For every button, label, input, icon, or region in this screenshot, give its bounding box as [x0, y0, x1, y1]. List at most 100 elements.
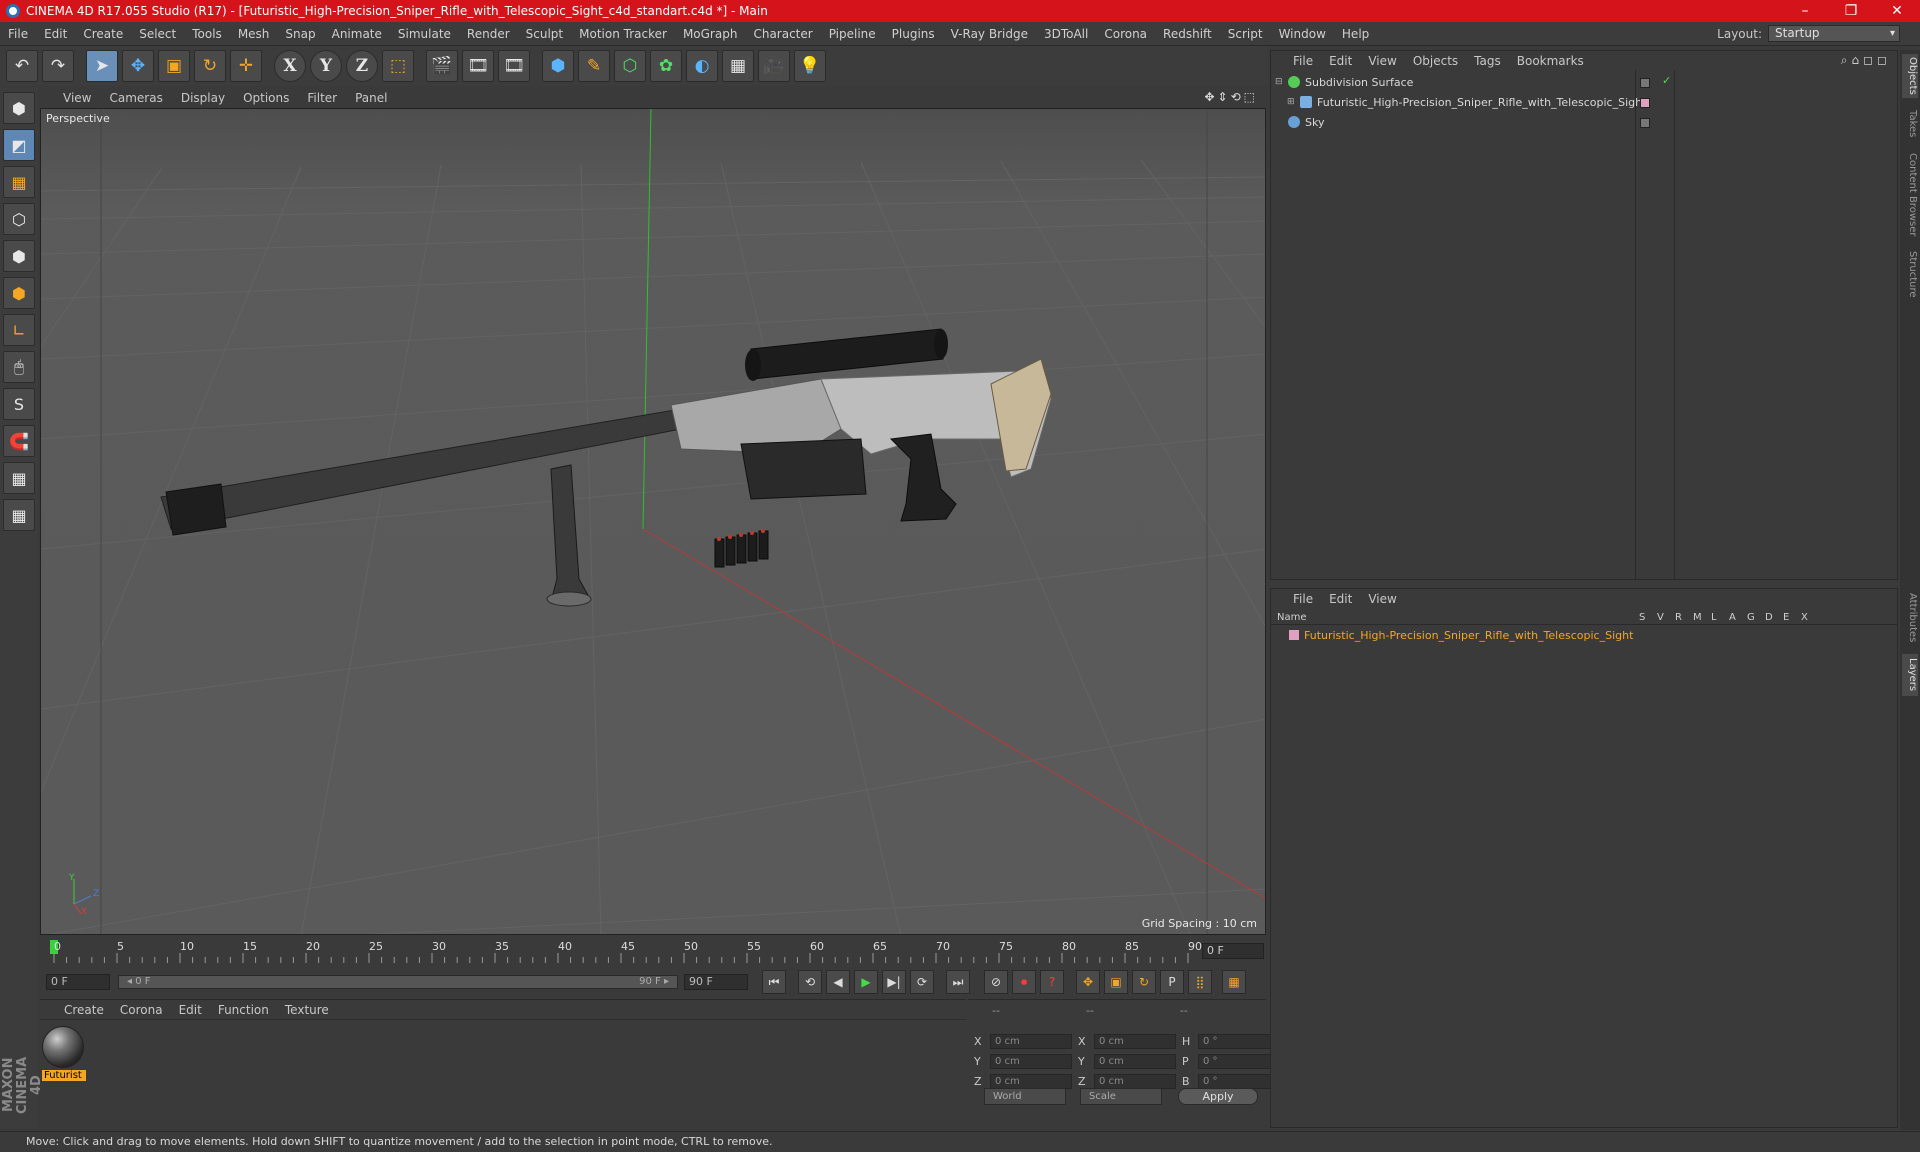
- start-frame-field[interactable]: 0 F: [46, 974, 110, 990]
- polygons-mode-icon[interactable]: ⬢: [3, 277, 35, 309]
- tab-attributes[interactable]: Attributes: [1902, 588, 1918, 648]
- select-tool-button[interactable]: ➤: [86, 50, 118, 82]
- material-swatch[interactable]: Futurist: [42, 1026, 86, 1081]
- record-keys-button[interactable]: ⏺: [1012, 970, 1036, 994]
- viewport-menu-options[interactable]: Options: [234, 91, 298, 105]
- position-y-field[interactable]: 0 cm: [990, 1054, 1072, 1069]
- menu-corona[interactable]: Corona: [1096, 27, 1155, 41]
- menu-select[interactable]: Select: [131, 27, 184, 41]
- goto-end-button[interactable]: ⏭: [946, 970, 970, 994]
- z-axis-button[interactable]: Z: [346, 50, 378, 82]
- x-axis-button[interactable]: X: [274, 50, 306, 82]
- transform-tool-button[interactable]: ✛: [230, 50, 262, 82]
- menu-window[interactable]: Window: [1271, 27, 1334, 41]
- menu-mesh[interactable]: Mesh: [230, 27, 278, 41]
- autokey-button[interactable]: ?: [1040, 970, 1064, 994]
- key-parameter-button[interactable]: P: [1160, 970, 1184, 994]
- snap-icon[interactable]: S: [3, 388, 35, 420]
- menu-simulate[interactable]: Simulate: [390, 27, 459, 41]
- make-editable-icon[interactable]: ⬢: [3, 92, 35, 124]
- minimize-button[interactable]: –: [1782, 0, 1828, 22]
- layers-menu-view[interactable]: View: [1360, 592, 1404, 606]
- scale-tool-button[interactable]: ▣: [158, 50, 190, 82]
- key-position-button[interactable]: ✥: [1076, 970, 1100, 994]
- menu-edit[interactable]: Edit: [36, 27, 75, 41]
- magnet-icon[interactable]: 🧲: [3, 425, 35, 457]
- edges-mode-icon[interactable]: ⬢: [3, 240, 35, 272]
- tab-content-browser[interactable]: Content Browser: [1902, 150, 1918, 240]
- model-mode-icon[interactable]: ◩: [3, 129, 35, 161]
- menu-create[interactable]: Create: [75, 27, 131, 41]
- workplane-lock-icon[interactable]: ▦: [3, 462, 35, 494]
- coordinate-space-select[interactable]: World: [984, 1088, 1066, 1105]
- render-button[interactable]: 🎞: [462, 50, 494, 82]
- render-view-button[interactable]: 🎬: [426, 50, 458, 82]
- cloner-button[interactable]: ✿: [650, 50, 682, 82]
- menu-mograph[interactable]: MoGraph: [675, 27, 746, 41]
- key-pla-button[interactable]: ⣿: [1188, 970, 1212, 994]
- layer-color-tag-icon[interactable]: [1640, 98, 1650, 108]
- light-button[interactable]: 💡: [794, 50, 826, 82]
- menu-script[interactable]: Script: [1220, 27, 1271, 41]
- expander-icon[interactable]: ⊟: [1275, 77, 1285, 87]
- cube-primitive-button[interactable]: ⬢: [542, 50, 574, 82]
- rotation-p-field[interactable]: 0 °: [1198, 1054, 1280, 1069]
- layer-tag-icon[interactable]: [1640, 118, 1650, 128]
- subdivision-nurbs-button[interactable]: ⬡: [614, 50, 646, 82]
- position-x-field[interactable]: 0 cm: [990, 1034, 1072, 1049]
- texture-mode-icon[interactable]: ▦: [3, 166, 35, 198]
- close-button[interactable]: ✕: [1874, 0, 1920, 22]
- menu-animate[interactable]: Animate: [324, 27, 390, 41]
- motion-record-button[interactable]: ⊘: [984, 970, 1008, 994]
- size-x-field[interactable]: 0 cm: [1094, 1034, 1176, 1049]
- object-manager-search-icon[interactable]: ⌕⌂◻◻: [1841, 53, 1891, 68]
- rotation-h-field[interactable]: 0 °: [1198, 1034, 1280, 1049]
- prev-key-button[interactable]: ⟲: [798, 970, 822, 994]
- viewport-menu-view[interactable]: View: [54, 91, 100, 105]
- material-menu-edit[interactable]: Edit: [171, 1003, 210, 1017]
- goto-start-button[interactable]: ⏮: [762, 970, 786, 994]
- render-settings-button[interactable]: 🎞: [498, 50, 530, 82]
- menu-render[interactable]: Render: [459, 27, 518, 41]
- tab-structure[interactable]: Structure: [1902, 246, 1918, 302]
- y-axis-button[interactable]: Y: [310, 50, 342, 82]
- enabled-check-icon[interactable]: ✓: [1662, 74, 1671, 87]
- floor-button[interactable]: ▦: [722, 50, 754, 82]
- tab-layers[interactable]: Layers: [1902, 654, 1918, 696]
- object-row-subdivision-surface[interactable]: ⊟ Subdivision Surface: [1275, 73, 1893, 91]
- points-mode-icon[interactable]: ⬡: [3, 203, 35, 235]
- tweak-mode-icon[interactable]: 🖱: [3, 351, 35, 383]
- viewport-menu-cameras[interactable]: Cameras: [100, 91, 171, 105]
- camera-button[interactable]: 🎥: [758, 50, 790, 82]
- frame-range-slider[interactable]: ◂ 0 F 90 F ▸: [118, 975, 678, 989]
- size-mode-select[interactable]: Scale: [1080, 1088, 1162, 1105]
- objects-menu-bookmarks[interactable]: Bookmarks: [1509, 54, 1592, 68]
- menu-file[interactable]: File: [0, 27, 36, 41]
- material-menu-texture[interactable]: Texture: [277, 1003, 337, 1017]
- key-rotation-button[interactable]: ↻: [1132, 970, 1156, 994]
- objects-menu-edit[interactable]: Edit: [1321, 54, 1360, 68]
- current-frame-field[interactable]: 0 F: [1202, 943, 1264, 959]
- next-key-button[interactable]: ⟳: [910, 970, 934, 994]
- menu-character[interactable]: Character: [745, 27, 820, 41]
- menu-pipeline[interactable]: Pipeline: [821, 27, 884, 41]
- key-scale-button[interactable]: ▣: [1104, 970, 1128, 994]
- layers-menu-edit[interactable]: Edit: [1321, 592, 1360, 606]
- menu-3dtoall[interactable]: 3DToAll: [1036, 27, 1096, 41]
- menu-redshift[interactable]: Redshift: [1155, 27, 1220, 41]
- size-y-field[interactable]: 0 cm: [1094, 1054, 1176, 1069]
- axis-mode-icon[interactable]: ∟: [3, 314, 35, 346]
- maximize-button[interactable]: ❐: [1828, 0, 1874, 22]
- menu-plugins[interactable]: Plugins: [884, 27, 943, 41]
- tab-takes[interactable]: Takes: [1902, 104, 1918, 144]
- layer-color-swatch[interactable]: [1289, 630, 1299, 640]
- material-menu-corona[interactable]: Corona: [112, 1003, 171, 1017]
- viewport-menu-display[interactable]: Display: [172, 91, 234, 105]
- apply-button[interactable]: Apply: [1178, 1088, 1258, 1105]
- timeline-window-button[interactable]: ▦: [1222, 970, 1246, 994]
- timeline-ruler[interactable]: 0 5 10 15 20 25 30 35 40 45 50 55 60 65 70 75 80 85 90 0 F: [40, 937, 1266, 965]
- menu-sculpt[interactable]: Sculpt: [518, 27, 571, 41]
- prev-frame-button[interactable]: ◀: [826, 970, 850, 994]
- viewport-nav-icons[interactable]: ✥⇕⟲⬚: [1204, 90, 1258, 104]
- rotate-tool-button[interactable]: ↻: [194, 50, 226, 82]
